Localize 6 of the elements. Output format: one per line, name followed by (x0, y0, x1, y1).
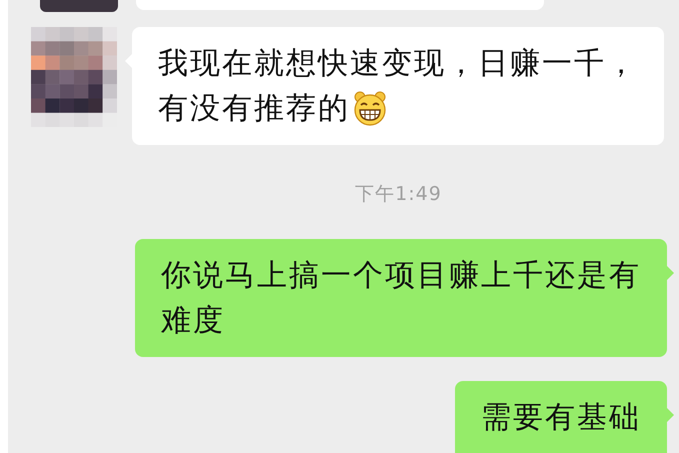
message-text-line: 需要有基础 (481, 399, 641, 437)
message-text-line: 我现在就想快速变现，日赚一千， (158, 45, 638, 83)
message-text-line: 你说马上搞一个项目赚上千还是有 (161, 257, 641, 295)
message-text-line: 有没有推荐的 (158, 86, 638, 131)
message-time: 下午1:49 (355, 182, 442, 207)
message-text-line: 难度 (161, 302, 226, 340)
